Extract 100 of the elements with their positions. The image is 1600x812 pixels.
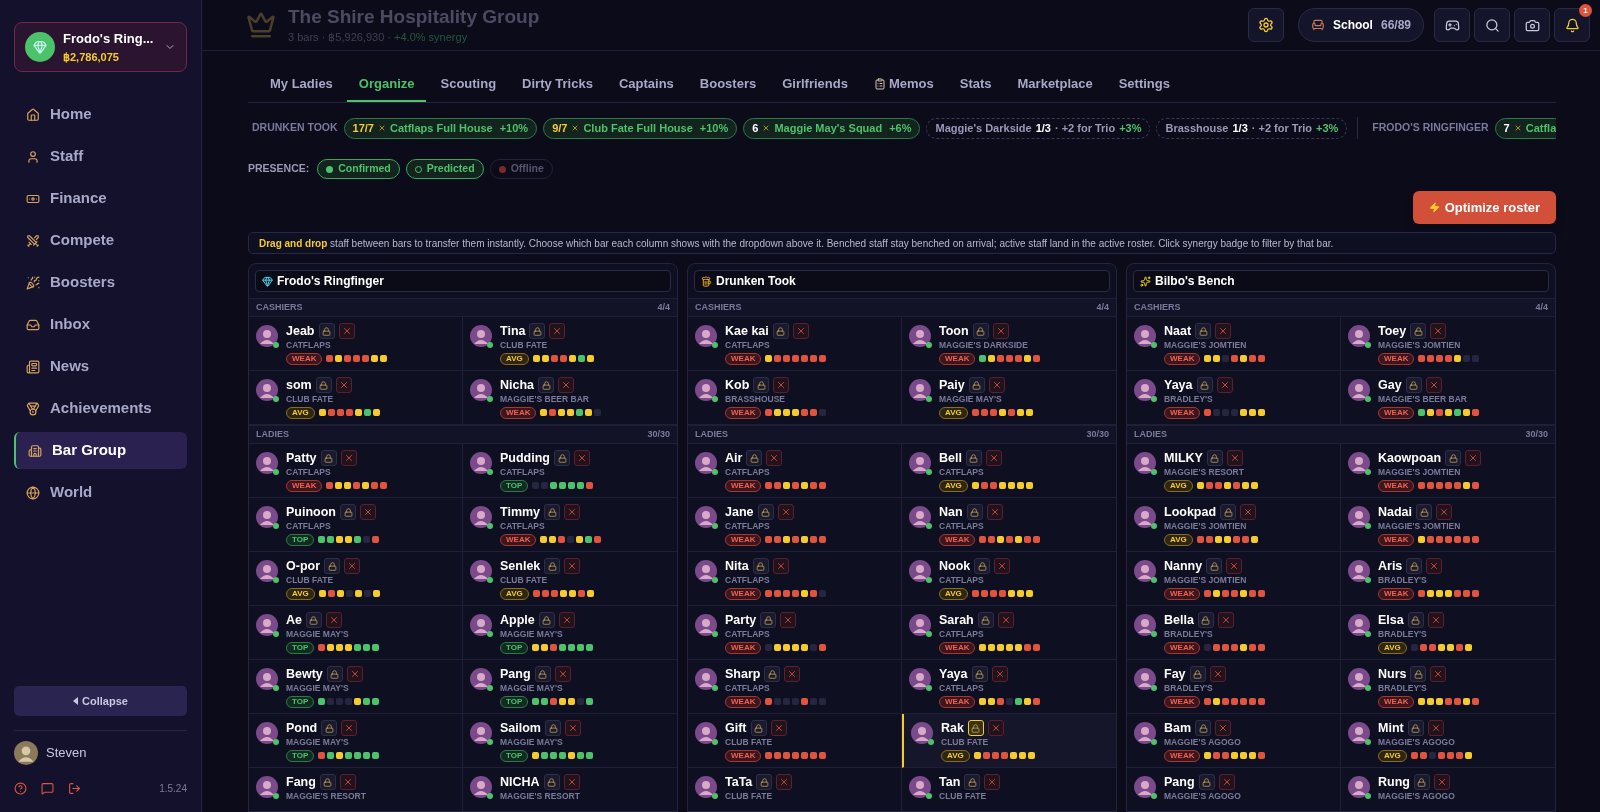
tab[interactable]: Organize [346, 68, 427, 102]
remove-button[interactable] [564, 558, 581, 574]
remove-button[interactable] [344, 558, 361, 574]
staff-card[interactable]: Nita CATFLAPS WEAK [688, 552, 902, 606]
remove-button[interactable] [986, 504, 1003, 520]
staff-card[interactable]: Sailom MAGGIE MAY'S TOP [463, 714, 677, 768]
remove-button[interactable] [558, 377, 575, 393]
remove-button[interactable] [1425, 377, 1442, 393]
staff-card[interactable]: Sarah CATFLAPS WEAK [902, 606, 1116, 660]
staff-card[interactable]: Mint MAGGIE'S AGOGO AVG [1341, 714, 1555, 768]
remove-button[interactable] [994, 558, 1011, 574]
staff-card[interactable]: MILKY MAGGIE'S RESORT AVG [1127, 444, 1341, 498]
presence-filter[interactable]: Predicted [405, 159, 484, 179]
staff-card[interactable]: Elsa BRADLEY'S AVG [1341, 606, 1555, 660]
nav-item[interactable]: Home [14, 96, 187, 133]
staff-card[interactable]: Apple MAGGIE MAY'S TOP [463, 606, 677, 660]
help-icon[interactable] [14, 782, 27, 795]
message-icon[interactable] [41, 782, 54, 795]
staff-card[interactable]: Toon MAGGIE'S DARKSIDE WEAK [902, 317, 1116, 371]
staff-card[interactable]: Bella BRADLEY'S WEAK [1127, 606, 1341, 660]
brand-card[interactable]: Frodo's Ring... ฿2,786,075 [14, 22, 187, 72]
remove-button[interactable] [1430, 666, 1447, 682]
remove-button[interactable] [784, 666, 801, 682]
staff-card[interactable]: Patty CATFLAPS WEAK [249, 444, 463, 498]
staff-card[interactable]: Tan CLUB FATE [902, 768, 1116, 811]
staff-card[interactable]: Rung MAGGIE'S AGOGO [1341, 768, 1555, 811]
remove-button[interactable] [1436, 504, 1453, 520]
nav-item[interactable]: News [14, 348, 187, 385]
staff-card[interactable]: Pudding CATFLAPS TOP [463, 444, 677, 498]
tab[interactable]: Settings [1106, 68, 1182, 102]
staff-card[interactable]: Senlek CLUB FATE AVG [463, 552, 677, 606]
remove-button[interactable] [360, 504, 376, 520]
staff-card[interactable]: Sharp CATFLAPS WEAK [688, 660, 902, 714]
toolbar-button[interactable] [1474, 8, 1510, 42]
synergy-chip[interactable]: 17/7 Catflaps Full House +10% [343, 117, 538, 139]
remove-button[interactable] [773, 377, 790, 393]
tab[interactable]: Boosters [687, 68, 769, 102]
staff-card[interactable]: Fay BRADLEY'S WEAK [1127, 660, 1341, 714]
remove-button[interactable] [780, 612, 797, 628]
remove-button[interactable] [326, 612, 342, 628]
remove-button[interactable] [564, 504, 581, 520]
staff-card[interactable]: Pang MAGGIE MAY'S TOP [463, 660, 677, 714]
remove-button[interactable] [1215, 720, 1232, 736]
staff-card[interactable]: Party CATFLAPS WEAK [688, 606, 902, 660]
staff-card[interactable]: Kaowpoan MAGGIE'S JOMTIEN WEAK [1341, 444, 1555, 498]
staff-card[interactable]: Pond MAGGIE MAY'S TOP [249, 714, 463, 768]
staff-card[interactable]: Ae MAGGIE MAY'S TOP [249, 606, 463, 660]
remove-button[interactable] [554, 666, 571, 682]
remove-button[interactable] [777, 504, 794, 520]
staff-card[interactable]: Gift CLUB FATE WEAK [688, 714, 902, 768]
staff-card[interactable]: Pang MAGGIE'S AGOGO [1127, 768, 1341, 811]
remove-button[interactable] [991, 666, 1008, 682]
synergy-chip[interactable]: 9/7 Club Fate Full House +10% [543, 117, 738, 139]
tab[interactable]: Captains [606, 68, 686, 102]
optimize-button[interactable]: Optimize roster [1412, 191, 1556, 224]
remove-button[interactable] [1433, 774, 1450, 790]
remove-button[interactable] [1226, 558, 1243, 574]
synergy-chip[interactable]: 7 Catfla [1494, 117, 1556, 139]
staff-card[interactable]: Air CATFLAPS WEAK [688, 444, 902, 498]
remove-button[interactable] [792, 323, 809, 339]
settings-button[interactable] [1247, 8, 1284, 42]
remove-button[interactable] [1217, 612, 1234, 628]
staff-card[interactable]: Jane CATFLAPS WEAK [688, 498, 902, 552]
remove-button[interactable] [985, 450, 1002, 466]
collapse-button[interactable]: Collapse [14, 686, 187, 716]
remove-button[interactable] [346, 666, 363, 682]
remove-button[interactable] [766, 450, 783, 466]
tab[interactable]: Scouting [428, 68, 509, 102]
staff-card[interactable]: Aris BRADLEY'S WEAK [1341, 552, 1555, 606]
toolbar-button[interactable] [1514, 8, 1550, 42]
nav-item[interactable]: Finance [14, 180, 187, 217]
tab[interactable]: Marketplace [1005, 68, 1105, 102]
staff-card[interactable]: Tina CLUB FATE AVG [463, 317, 677, 371]
nav-item[interactable]: Compete [14, 222, 187, 259]
remove-button[interactable] [1218, 774, 1235, 790]
staff-card[interactable]: O-por CLUB FATE AVG [249, 552, 463, 606]
staff-card[interactable]: Fang MAGGIE'S RESORT [249, 768, 463, 811]
nav-item[interactable]: Achievements [14, 390, 187, 427]
staff-card[interactable]: Lookpad MAGGIE'S JOMTIEN AVG [1127, 498, 1341, 552]
presence-filter[interactable]: Confirmed [317, 159, 400, 179]
remove-button[interactable] [341, 720, 358, 736]
remove-button[interactable] [563, 774, 580, 790]
nav-item[interactable]: Staff [14, 138, 187, 175]
staff-card[interactable]: Bam MAGGIE'S AGOGO WEAK [1127, 714, 1341, 768]
staff-card[interactable]: Jeab CATFLAPS WEAK [249, 317, 463, 371]
remove-button[interactable] [574, 450, 590, 466]
nav-item[interactable]: World [14, 474, 187, 511]
staff-card[interactable]: Nan CATFLAPS WEAK [902, 498, 1116, 552]
tab[interactable]: Girlfriends [770, 68, 860, 102]
remove-button[interactable] [335, 377, 352, 393]
tab[interactable]: Stats [947, 68, 1004, 102]
remove-button[interactable] [1215, 323, 1232, 339]
staff-card[interactable]: Nurs BRADLEY'S WEAK [1341, 660, 1555, 714]
remove-button[interactable] [1430, 323, 1447, 339]
remove-button[interactable] [1240, 504, 1257, 520]
remove-button[interactable] [770, 720, 787, 736]
staff-card[interactable]: TaTa CLUB FATE [688, 768, 902, 811]
remove-button[interactable] [558, 612, 575, 628]
staff-card[interactable]: Kae kai CATFLAPS WEAK [688, 317, 902, 371]
staff-card[interactable]: Bell CATFLAPS AVG [902, 444, 1116, 498]
